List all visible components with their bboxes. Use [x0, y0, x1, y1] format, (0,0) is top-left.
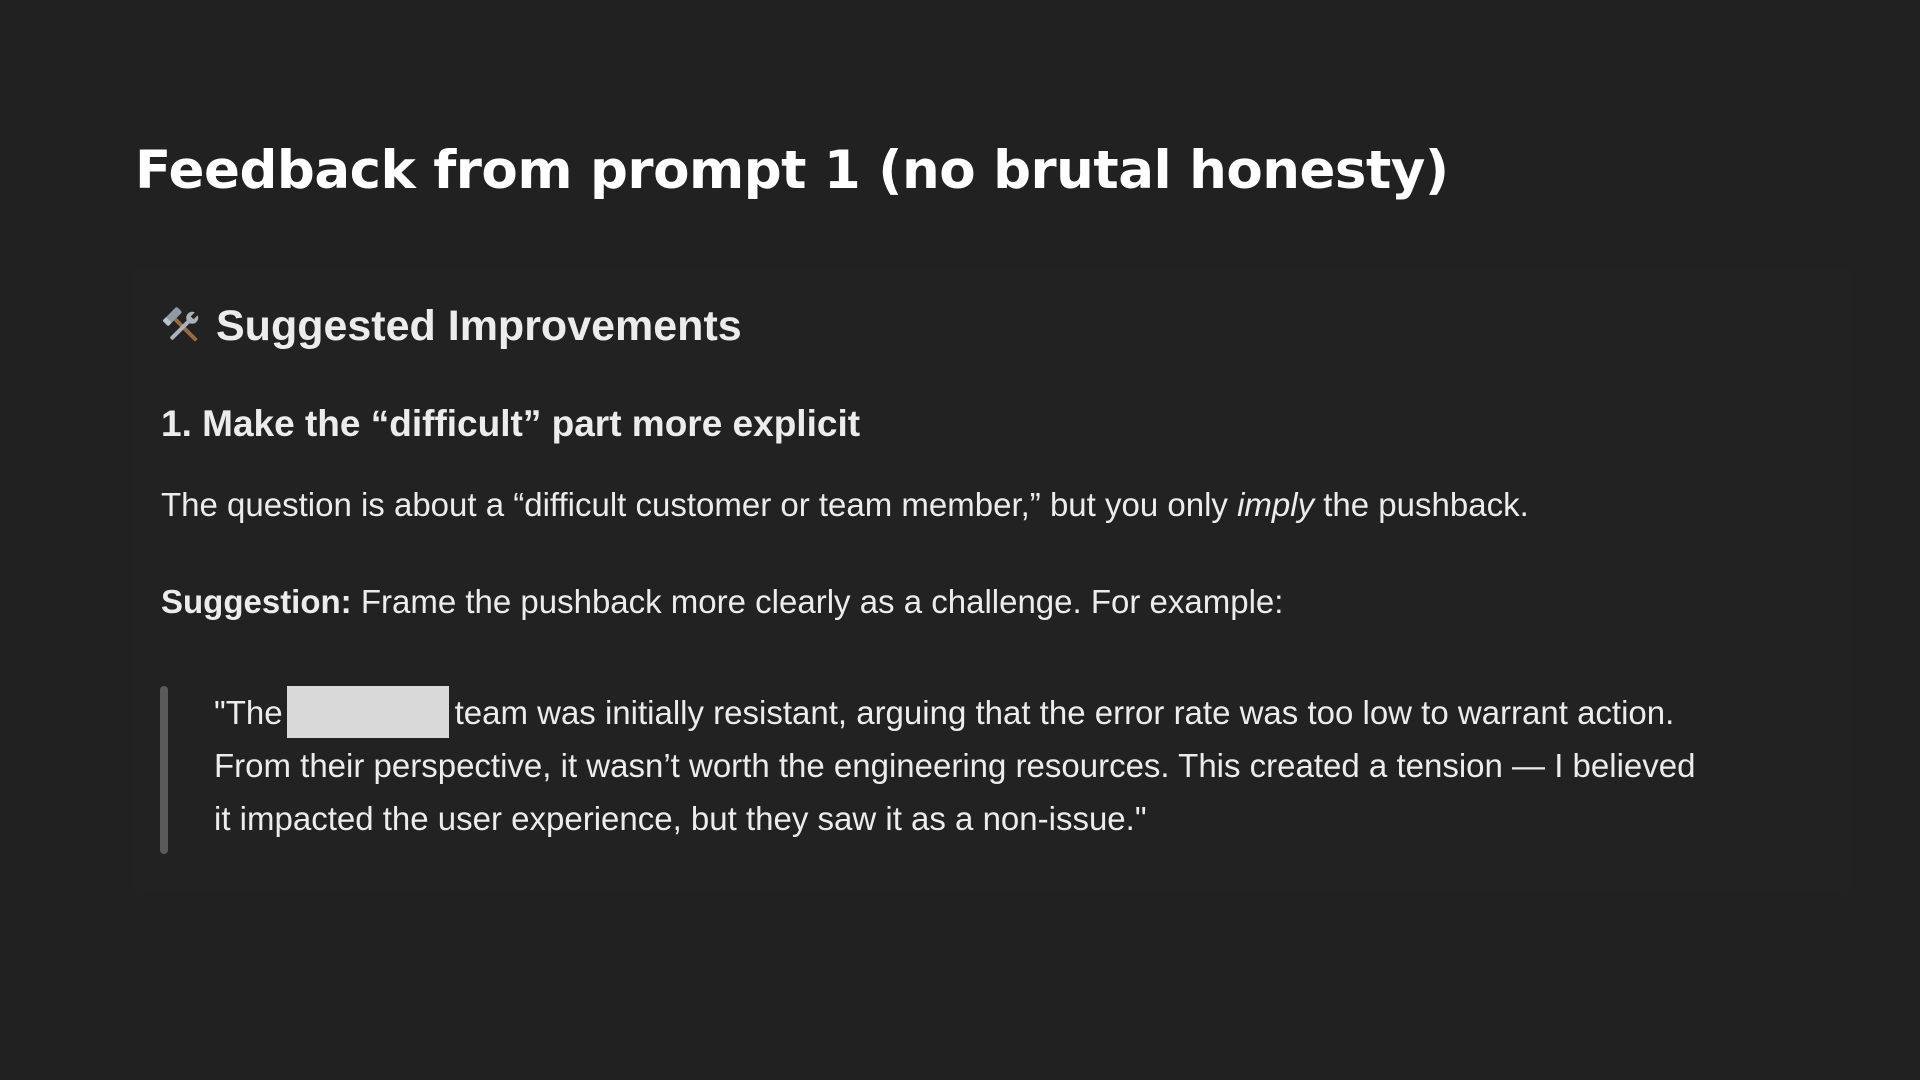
- feedback-card: Suggested Improvements 1. Make the “diff…: [132, 268, 1850, 890]
- quote-line-1-end: team was initially resistant, arguing th…: [454, 694, 1675, 731]
- quote-line-3: it impacted the user experience, but the…: [214, 800, 1147, 837]
- blockquote-bar: [160, 686, 168, 854]
- slide: Feedback from prompt 1 (no brutal honest…: [0, 0, 1920, 1080]
- sub-heading: 1. Make the “difficult” part more explic…: [161, 403, 861, 444]
- paragraph-suggestion: Suggestion: Frame the pushback more clea…: [161, 583, 1283, 621]
- section-heading-label: Suggested Improvements: [216, 302, 742, 350]
- paragraph-context: The question is about a “difficult custo…: [161, 486, 1529, 524]
- paragraph-context-emphasis: imply: [1237, 486, 1315, 523]
- quote-line-1-start: "The: [214, 694, 283, 731]
- paragraph-context-before: The question is about a “difficult custo…: [161, 486, 1238, 523]
- quote-line-2: From their perspective, it wasn’t worth …: [214, 747, 1696, 784]
- slide-title: Feedback from prompt 1 (no brutal honest…: [135, 140, 1449, 201]
- suggestion-label: Suggestion:: [161, 583, 352, 620]
- suggestion-text: Frame the pushback more clearly as a cha…: [351, 583, 1284, 620]
- redacted-team-name: [286, 686, 449, 738]
- section-heading: Suggested Improvements: [160, 302, 742, 351]
- paragraph-context-after: the pushback.: [1314, 486, 1529, 523]
- quote-line-1: "The team was initially resistant, arguin…: [214, 686, 1824, 739]
- blockquote-text: "The team was initially resistant, arguin…: [214, 686, 1824, 845]
- hammer-and-wrench-icon: [160, 304, 206, 350]
- example-blockquote: "The team was initially resistant, arguin…: [160, 686, 1820, 854]
